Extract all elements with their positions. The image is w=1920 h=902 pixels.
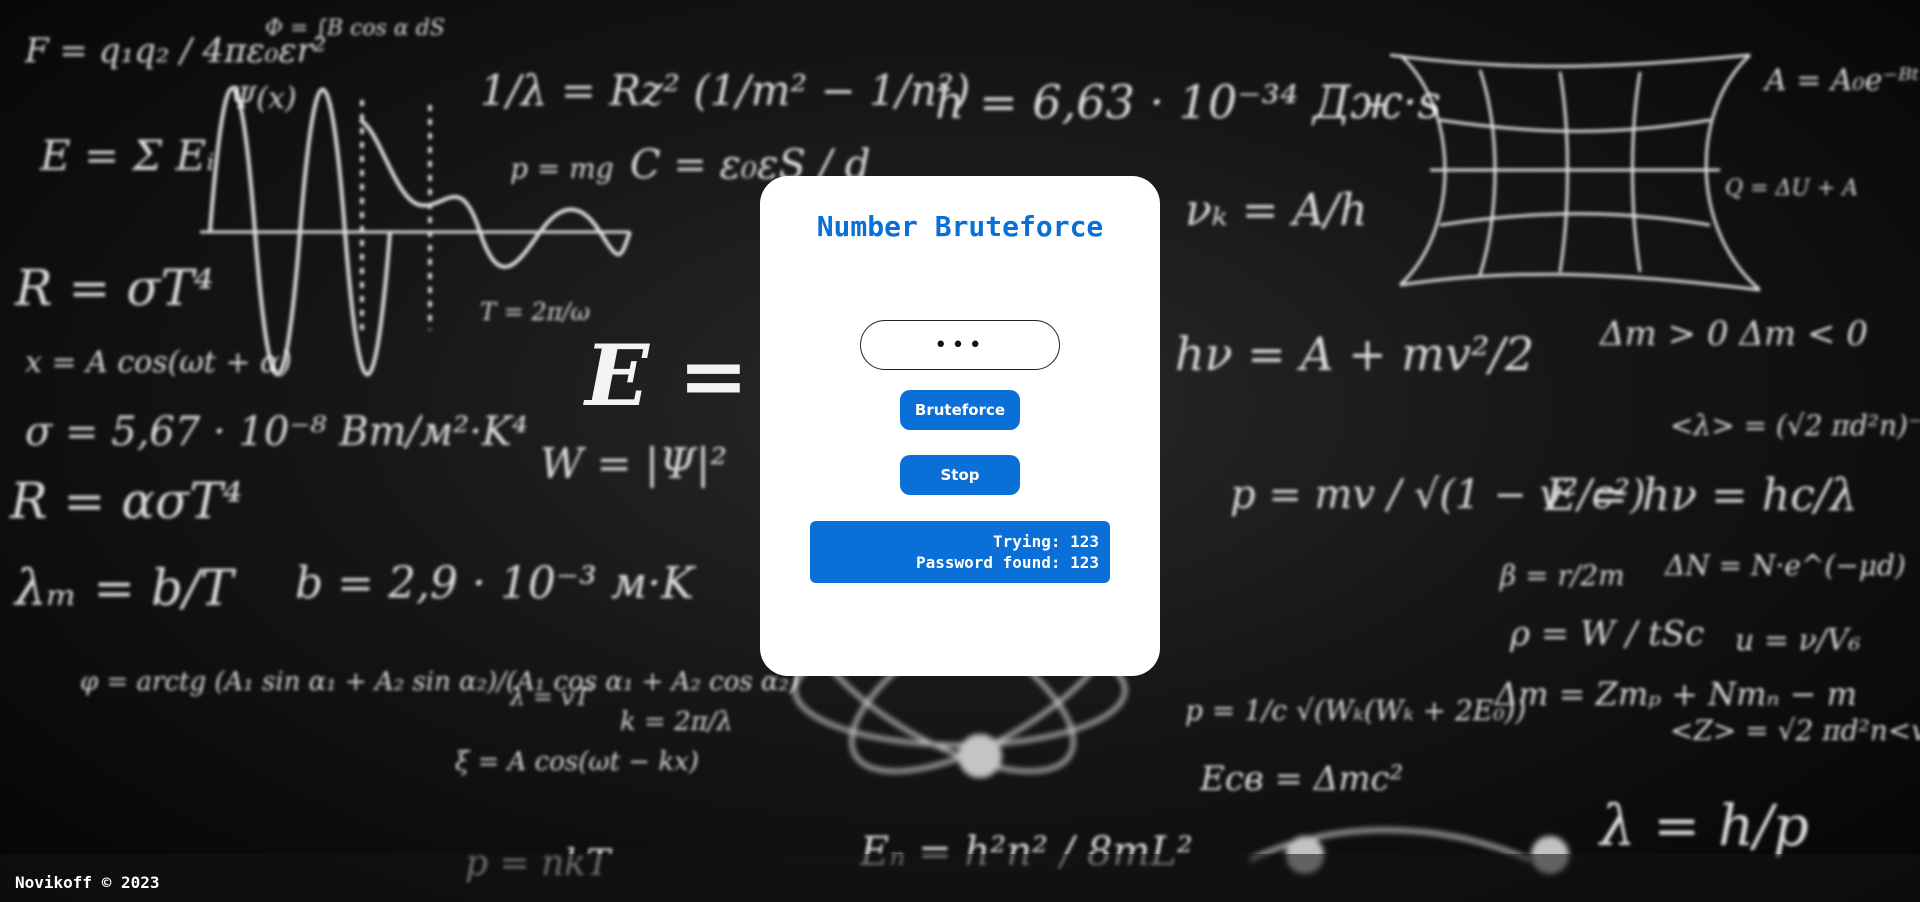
formula-text: ξ = A cos(ωt − kx) — [455, 747, 699, 777]
trying-status: Trying: 123 — [993, 532, 1099, 551]
bruteforce-button[interactable]: Bruteforce — [900, 390, 1020, 430]
formula-text: T = 2π/ω — [480, 298, 590, 326]
formula-text: E = hν = hc/λ — [1544, 470, 1858, 521]
formula-text: σ = 5,67 · 10⁻⁸ Вт/м²·K⁴ — [25, 409, 528, 455]
formula-text: β = r/2m — [1499, 559, 1625, 592]
formula-text: p = mg — [510, 152, 614, 185]
footer: Novikoff © 2023 — [0, 854, 1920, 902]
formula-text: A = A₀e⁻ᴮᵗ — [1762, 63, 1920, 98]
formula-text: ΔN = N·e^(−μd) — [1664, 549, 1906, 582]
copyright-text: Novikoff © 2023 — [15, 873, 160, 892]
page-title: Number Bruteforce — [816, 210, 1104, 243]
formula-text: b = 2,9 · 10⁻³ м·K — [295, 558, 696, 609]
formula-text: p = 1/c √(Wₖ(Wₖ + 2E₀)) — [1185, 694, 1526, 727]
formula-text: hν = A + mv²/2 — [1175, 327, 1534, 381]
formula-text: Δm > 0 Δm < 0 — [1598, 314, 1868, 354]
formula-text: W = |Ψ|² — [540, 439, 727, 488]
formula-text: E = Σ Eᵢ — [39, 131, 215, 180]
status-panel: Trying: 123 Password found: 123 — [810, 521, 1110, 583]
formula-text: <Z> = √2 πd²n<v> — [1670, 714, 1920, 747]
formula-text: h = 6,63 · 10⁻³⁴ Дж·s — [935, 75, 1441, 129]
formula-text: Δm = Zmₚ + Nmₙ − m — [1493, 675, 1857, 713]
formula-text: λ = h/p — [1598, 794, 1809, 859]
formula-text: Eсв = Δmc² — [1199, 759, 1403, 799]
found-status: Password found: 123 — [915, 553, 1099, 572]
formula-text: φ = arctg (A₁ sin α₁ + A₂ sin α₂)/(A₁ co… — [80, 667, 799, 697]
page-background: F = q₁q₂ / 4πε₀εr² Φ = ∫B cos α dS 1/λ =… — [0, 0, 1920, 902]
stop-button[interactable]: Stop — [900, 455, 1020, 495]
formula-text: <λ> = (√2 πd²n)⁻¹ — [1670, 409, 1920, 442]
formula-text: R = ασT⁴ — [9, 472, 243, 530]
formula-text: k = 2π/λ — [620, 707, 733, 737]
formula-text: νₖ = A/h — [1185, 185, 1368, 236]
password-input[interactable] — [860, 320, 1060, 370]
formula-text: 1/λ = Rz² (1/m² − 1/n²) — [480, 66, 970, 115]
formula-text: λₘ = b/T — [13, 559, 237, 617]
formula-text: λ = vT — [509, 683, 592, 711]
bruteforce-card: Number Bruteforce Bruteforce Stop Trying… — [760, 176, 1160, 676]
formula-text: x = A cos(ωt + α) — [25, 345, 292, 380]
formula-text: R = σT⁴ — [14, 259, 214, 317]
formula-text: Ψ(x) — [230, 81, 297, 116]
formula-text: u = ν/V₆ — [1735, 623, 1861, 658]
formula-text: Q = ΔU + A — [1725, 176, 1858, 201]
formula-text: Φ = ∫B cos α dS — [265, 16, 445, 41]
formula-text: ρ = W / tSc — [1509, 614, 1704, 654]
